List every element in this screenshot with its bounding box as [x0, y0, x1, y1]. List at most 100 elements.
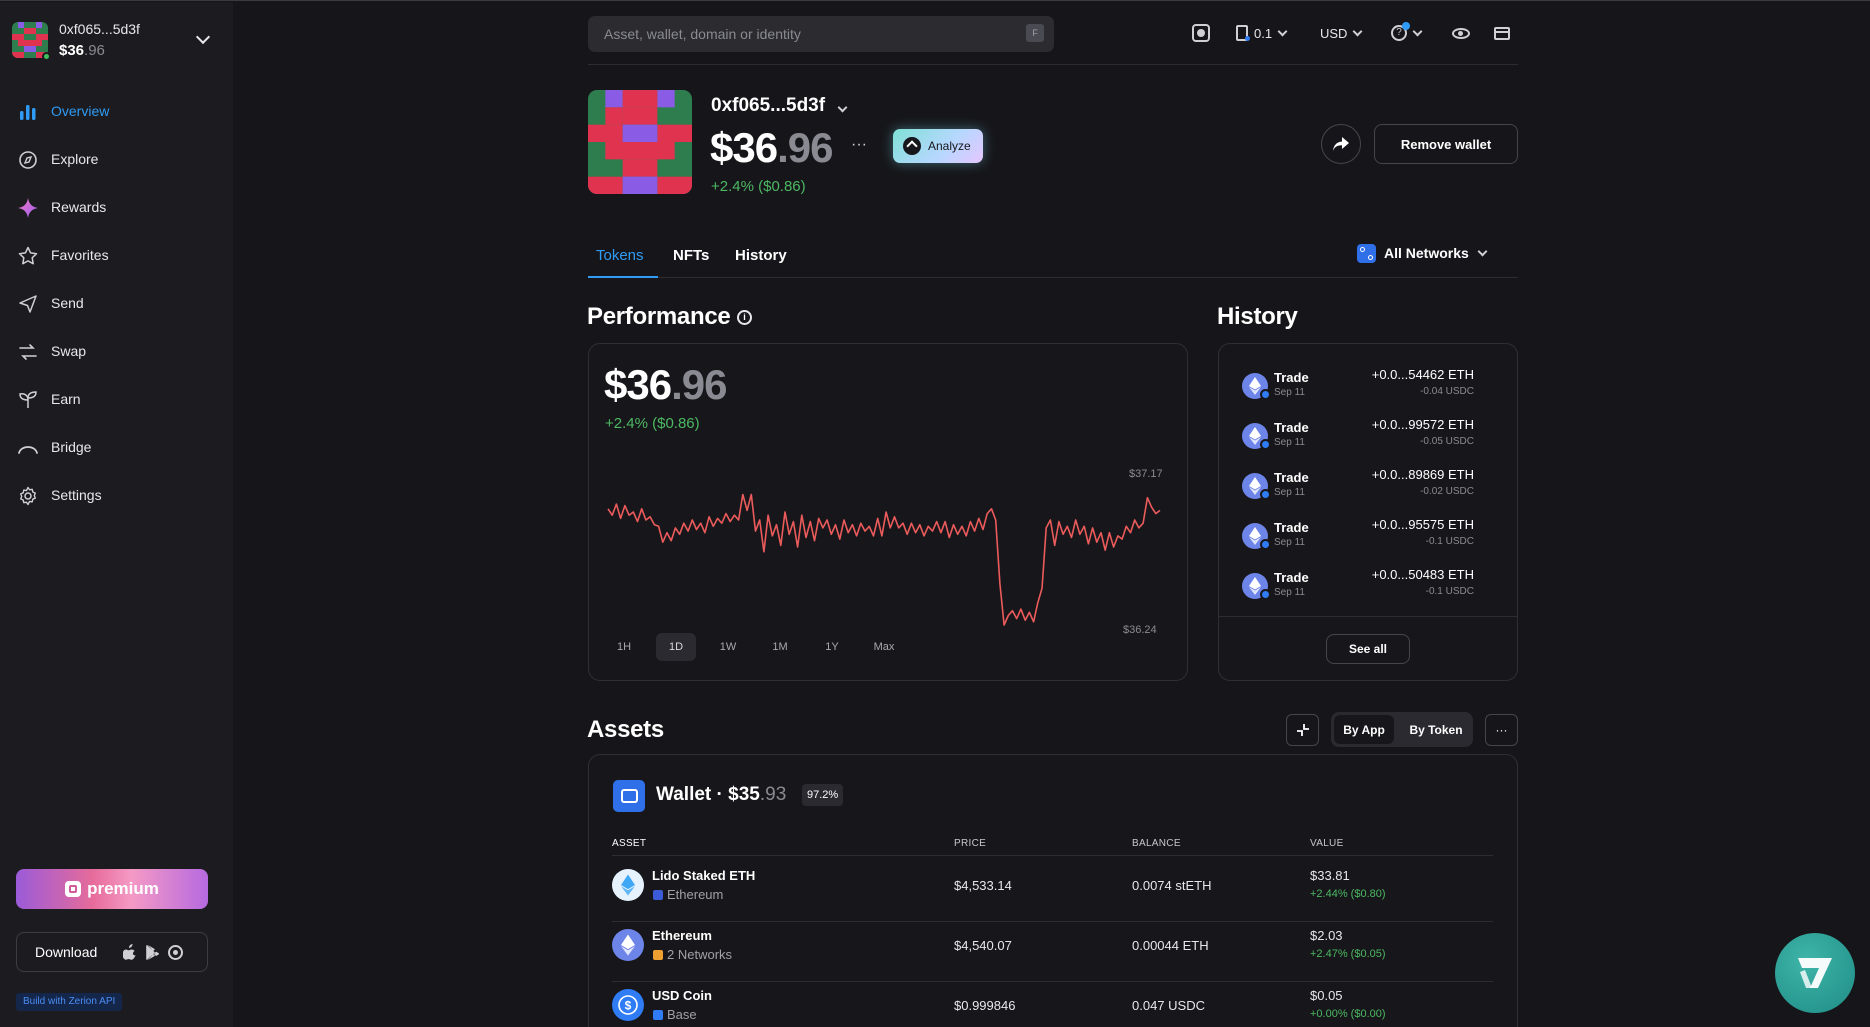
- range-1h[interactable]: 1H: [604, 633, 644, 661]
- performance-chart: [607, 493, 1161, 626]
- currency-selector[interactable]: USD: [1320, 19, 1363, 47]
- history-type: Trade: [1274, 420, 1309, 435]
- history-sub-amount: -0.05 USDC: [1420, 436, 1474, 447]
- performance-change: +2.4% ($0.86): [605, 415, 700, 432]
- zerion-logo-icon: [1798, 958, 1832, 988]
- usdc-badge-icon: [1260, 539, 1271, 550]
- sidebar-item-explore[interactable]: Explore: [0, 139, 233, 179]
- history-type: Trade: [1274, 520, 1309, 535]
- networks-icon: [1357, 243, 1376, 263]
- history-date: Sep 11: [1274, 437, 1305, 448]
- asset-price: $0.999846: [954, 998, 1016, 1013]
- range-1m[interactable]: 1M: [760, 633, 800, 661]
- wallet-card-button[interactable]: [1494, 19, 1510, 47]
- remove-wallet-button[interactable]: Remove wallet: [1374, 124, 1518, 164]
- asset-row[interactable]: $ USD Coin Base $0.999846 0.047 USDC $0.05 +0.…: [612, 981, 1493, 1027]
- sidebar-item-bridge[interactable]: Bridge: [0, 427, 233, 467]
- analyze-button[interactable]: Analyze: [893, 129, 983, 163]
- analyze-icon: [903, 137, 921, 155]
- history-amount: +0.0...89869 ETH: [1371, 467, 1474, 482]
- history-amount: +0.0...50483 ETH: [1371, 567, 1474, 582]
- chevron-down-icon: [837, 102, 848, 113]
- asset-row[interactable]: Lido Staked ETH Ethereum $4,533.14 0.0074 s…: [612, 861, 1493, 921]
- share-button[interactable]: [1321, 124, 1361, 164]
- history-amount: +0.0...99572 ETH: [1371, 417, 1474, 432]
- range-max[interactable]: Max: [864, 633, 904, 661]
- history-type: Trade: [1274, 570, 1309, 585]
- network-filter[interactable]: All Networks: [1357, 242, 1488, 264]
- wallet-change: +2.4% ($0.86): [711, 178, 806, 195]
- history-item[interactable]: Trade Sep 11 +0.0...50483 ETH -0.1 USDC: [1218, 564, 1498, 614]
- sidebar-item-earn[interactable]: Earn: [0, 379, 233, 419]
- chevron-down-icon: [1277, 26, 1288, 36]
- steth-icon: [612, 869, 644, 901]
- bar-chart-icon: [17, 101, 39, 123]
- network-badge-icon: [653, 890, 663, 900]
- download-button[interactable]: Download: [16, 932, 208, 972]
- chrome-icon: [168, 945, 183, 960]
- column-header-value[interactable]: VALUE: [1310, 838, 1344, 849]
- zerion-chat-button[interactable]: [1775, 933, 1855, 1013]
- help-icon: ?: [1391, 22, 1410, 41]
- sidebar-item-favorites[interactable]: Favorites: [0, 235, 233, 275]
- column-header-price[interactable]: PRICE: [954, 838, 986, 849]
- card-icon: [1494, 26, 1510, 40]
- search-shortcut-key: F: [1026, 24, 1044, 42]
- chevron-down-icon: [1412, 26, 1423, 36]
- usdc-badge-icon: [1260, 439, 1271, 450]
- apple-icon: [122, 944, 137, 960]
- more-options-button[interactable]: ···: [851, 136, 867, 154]
- tab-history[interactable]: History: [735, 247, 787, 264]
- chevron-down-icon: [195, 29, 211, 45]
- performance-line: [607, 493, 1161, 626]
- by-token-toggle[interactable]: By Token: [1402, 715, 1470, 744]
- performance-title: Performance: [587, 303, 731, 330]
- puzzle-icon: [1192, 24, 1210, 42]
- asset-network: 2 Networks: [667, 947, 733, 962]
- range-1d[interactable]: 1D: [656, 633, 696, 661]
- history-item[interactable]: Trade Sep 11 +0.0...95575 ETH -0.1 USDC: [1218, 514, 1498, 564]
- sidebar-item-send[interactable]: Send: [0, 283, 233, 323]
- range-1y[interactable]: 1Y: [812, 633, 852, 661]
- collapse-button[interactable]: [1286, 714, 1319, 746]
- sidebar-item-overview[interactable]: Overview: [0, 91, 233, 131]
- sidebar-item-swap[interactable]: Swap: [0, 331, 233, 371]
- chevron-down-icon: [1477, 246, 1488, 256]
- column-header-asset: ASSET: [612, 838, 647, 849]
- help-menu[interactable]: ?: [1391, 19, 1423, 47]
- history-item[interactable]: Trade Sep 11 +0.0...99572 ETH -0.05 USDC: [1218, 414, 1498, 464]
- build-with-api-link[interactable]: Build with Zerion API: [16, 993, 123, 1011]
- swap-icon: [17, 341, 39, 363]
- see-all-button[interactable]: See all: [1326, 634, 1410, 664]
- tab-tokens[interactable]: Tokens: [596, 247, 644, 264]
- by-app-toggle[interactable]: By App: [1334, 715, 1394, 744]
- asset-name: USD Coin: [652, 988, 712, 1003]
- search-input[interactable]: Asset, wallet, domain or identity F: [588, 16, 1054, 52]
- info-icon[interactable]: i: [737, 310, 752, 325]
- sidebar-item-label: Earn: [51, 391, 81, 407]
- history-item[interactable]: Trade Sep 11 +0.0...89869 ETH -0.02 USDC: [1218, 464, 1498, 514]
- assets-more-button[interactable]: ···: [1485, 714, 1518, 746]
- sidebar-item-label: Send: [51, 295, 84, 311]
- usdc-badge-icon: [1260, 389, 1271, 400]
- history-date: Sep 11: [1274, 387, 1305, 398]
- tab-nfts[interactable]: NFTs: [673, 247, 709, 264]
- asset-row[interactable]: Ethereum 2 Networks $4,540.07 0.00044 ETH $2…: [612, 921, 1493, 981]
- range-1w[interactable]: 1W: [708, 633, 748, 661]
- hide-balance-button[interactable]: [1452, 19, 1470, 47]
- account-switcher[interactable]: 0xf065...5d3f $36.96: [0, 2, 233, 78]
- sidebar-item-label: Bridge: [51, 439, 92, 455]
- usdc-icon: $: [612, 989, 644, 1021]
- wallet-name-dropdown[interactable]: 0xf065...5d3f: [711, 95, 848, 117]
- history-sub-amount: -0.02 USDC: [1420, 486, 1474, 497]
- sidebar-item-settings[interactable]: Settings: [0, 475, 233, 515]
- extension-button[interactable]: [1192, 19, 1212, 47]
- column-header-balance[interactable]: BALANCE: [1132, 838, 1181, 849]
- sidebar-item-rewards[interactable]: Rewards: [0, 187, 233, 227]
- chevron-down-icon: [1353, 26, 1363, 36]
- history-divider: [1219, 616, 1517, 617]
- gas-selector[interactable]: 0.1: [1236, 19, 1288, 47]
- premium-button[interactable]: premium: [16, 869, 208, 909]
- history-item[interactable]: Trade Sep 11 +0.0...54462 ETH -0.04 USDC: [1218, 364, 1498, 414]
- sprout-icon: [17, 389, 39, 411]
